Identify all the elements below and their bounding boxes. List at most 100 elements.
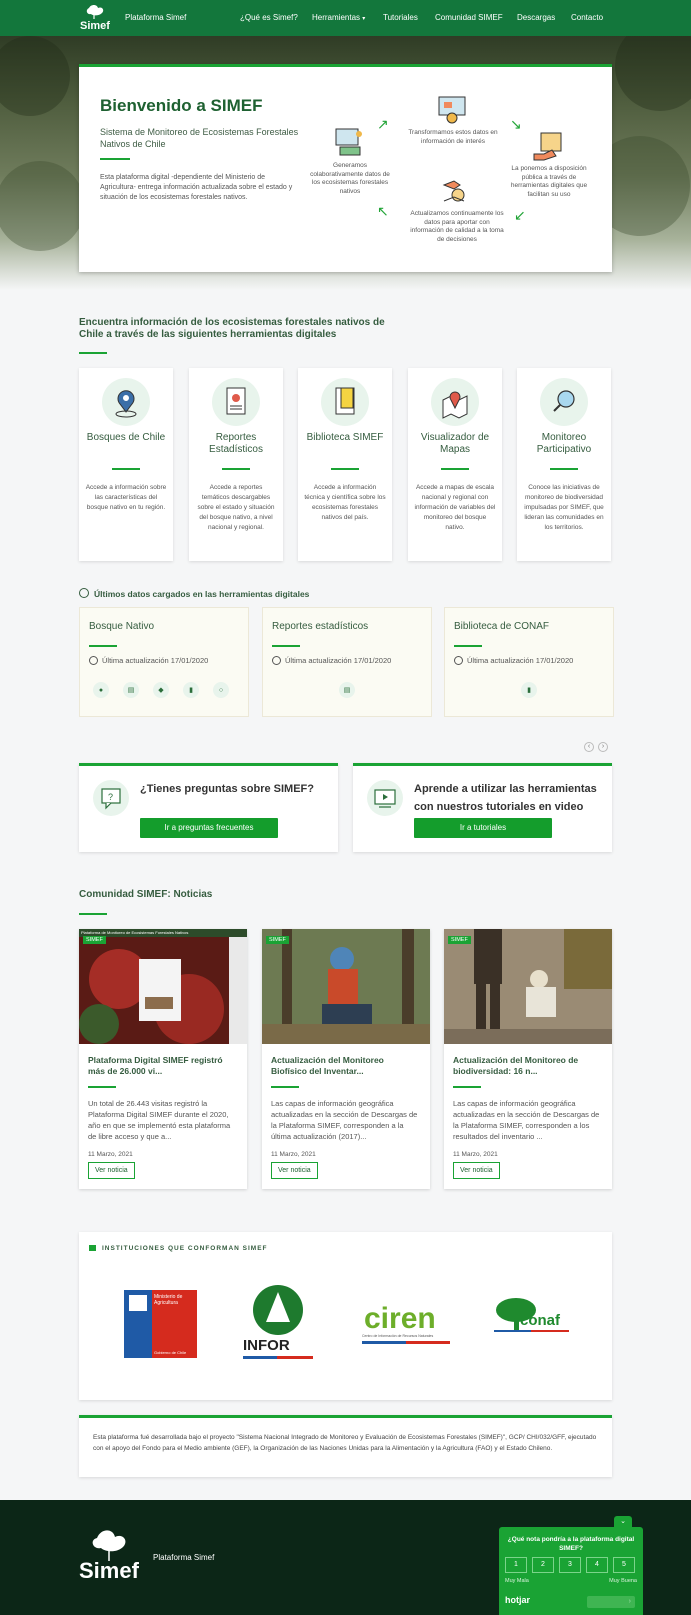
tool-card-visualizador[interactable]: Visualizador de Mapas Accede a mapas de …: [408, 368, 502, 561]
carousel-next-button[interactable]: ›: [598, 742, 608, 752]
clock-icon: [89, 656, 98, 665]
map-pin-info-icon[interactable]: ●: [93, 682, 109, 698]
tool-divider: [441, 468, 469, 470]
data-collection-icon: [333, 126, 365, 158]
clock-icon: [272, 656, 281, 665]
tool-card-monitoreo[interactable]: Monitoreo Participativo Conoce las inici…: [517, 368, 611, 561]
update-card-biblioteca[interactable]: Biblioteca de CONAF Última actualización…: [444, 607, 614, 717]
news-image: Plataforma de Monitoreo de Ecosistemas F…: [79, 929, 247, 1044]
nav-item-comunidad[interactable]: Comunidad SIMEF: [435, 13, 503, 22]
update-date: Última actualización 17/01/2020: [102, 656, 209, 665]
minagri-sub: Gobierno de Chile: [154, 1350, 187, 1355]
news-title-divider: [271, 1086, 299, 1088]
nav-item-descargas[interactable]: Descargas: [517, 13, 555, 22]
news-card[interactable]: SIMEF Actualización del Monitoreo de bio…: [444, 929, 612, 1189]
minagri-logo[interactable]: Ministerio de Agricultura Gobierno de Ch…: [124, 1290, 197, 1358]
rating-1-button[interactable]: 1: [505, 1557, 527, 1573]
book-icon: [321, 378, 369, 426]
simef-logo[interactable]: Simef: [79, 4, 111, 34]
nav-herramientas-label: Herramientas: [312, 13, 361, 22]
footer-brand[interactable]: Plataforma Simef: [153, 1553, 214, 1562]
news-title: Plataforma Digital SIMEF registró más de…: [88, 1055, 223, 1076]
institutions-panel: INSTITUCIONES QUE CONFORMAN SIMEF Minist…: [79, 1232, 612, 1400]
ciren-name: ciren: [364, 1302, 436, 1335]
nav-item-contacto[interactable]: Contacto: [571, 13, 603, 22]
collapse-widget-button[interactable]: ⌄: [614, 1516, 632, 1527]
rating-4-button[interactable]: 4: [586, 1557, 608, 1573]
nav-item-herramientas[interactable]: Herramientas ▾: [312, 13, 365, 22]
rating-high-label: Muy Buena: [609, 1578, 637, 1584]
infor-name: INFOR: [243, 1337, 290, 1354]
tool-description: Accede a información sobre las caracterí…: [85, 484, 167, 511]
feedback-question: ¿Qué nota pondría a la plataforma digita…: [507, 1536, 635, 1552]
news-description: Un total de 26.443 visitas registró la P…: [88, 1099, 231, 1141]
tutorials-promo-card: Aprende a utilizar las herramientas con …: [353, 763, 612, 852]
news-date: 11 Marzo, 2021: [88, 1151, 133, 1158]
nav-item-tutoriales[interactable]: Tutoriales: [383, 13, 418, 22]
video-player-icon: [367, 780, 403, 816]
news-description: Las capas de información geográfica actu…: [271, 1099, 418, 1141]
tool-name: Visualizador de Mapas: [420, 432, 490, 455]
news-section-title: Comunidad SIMEF: Noticias: [79, 889, 213, 900]
hero-title: Bienvenido a SIMEF: [100, 96, 263, 115]
footer-simef-logo[interactable]: Simef: [79, 1528, 139, 1588]
book-icon[interactable]: ▮: [183, 682, 199, 698]
update-card-title: Bosque Nativo: [89, 621, 155, 632]
news-description: Las capas de información geográfica actu…: [453, 1099, 600, 1141]
news-card[interactable]: SIMEF Actualización del Monitoreo Biofís…: [262, 929, 430, 1189]
ciren-flag-stripe: [362, 1341, 450, 1344]
ciren-logo[interactable]: ciren Centro de Información de Recursos …: [362, 1302, 452, 1348]
tool-divider: [112, 468, 140, 470]
tools-section-title: Encuentra información de los ecosistemas…: [79, 317, 385, 340]
update-card-bosque-nativo[interactable]: Bosque Nativo Última actualización 17/01…: [79, 607, 249, 717]
report-chart-icon[interactable]: ▤: [123, 682, 139, 698]
clock-icon: [454, 656, 463, 665]
rating-5-button[interactable]: 5: [613, 1557, 635, 1573]
read-news-button[interactable]: Ver noticia: [88, 1162, 135, 1179]
hero-description: Esta plataforma digital -dependiente del…: [100, 174, 293, 201]
submit-feedback-button[interactable]: ›: [587, 1596, 635, 1608]
nav-brand[interactable]: Plataforma Simef: [125, 13, 186, 22]
news-title-divider: [88, 1086, 116, 1088]
read-news-button[interactable]: Ver noticia: [271, 1162, 318, 1179]
tool-card-bosques[interactable]: Bosques de Chile Accede a información so…: [79, 368, 173, 561]
carousel-prev-button[interactable]: ‹: [584, 742, 594, 752]
tool-name: Reportes Estadísticos: [209, 432, 263, 455]
svg-text:?: ?: [108, 792, 113, 802]
tutorials-button[interactable]: Ir a tutoriales: [414, 818, 552, 838]
read-news-button[interactable]: Ver noticia: [453, 1162, 500, 1179]
report-chart-icon[interactable]: ▤: [339, 682, 355, 698]
conaf-logo[interactable]: conaf: [494, 1294, 569, 1349]
tool-card-biblioteca[interactable]: Biblioteca SIMEF Accede a información té…: [298, 368, 392, 561]
institutions-title: INSTITUCIONES QUE CONFORMAN SIMEF: [102, 1245, 268, 1252]
rating-2-button[interactable]: 2: [532, 1557, 554, 1573]
simef-tag: SIMEF: [83, 936, 106, 944]
simef-tag: SIMEF: [448, 936, 471, 944]
tool-description: Accede a información técnica y científic…: [304, 484, 386, 521]
cycle-step-1: Generamos colaborativamente datos de los…: [310, 162, 390, 195]
book-icon[interactable]: ▮: [521, 682, 537, 698]
news-divider: [79, 913, 107, 915]
flag-icon: [89, 1245, 96, 1251]
faq-promo-title: ¿Tienes preguntas sobre SIMEF?: [140, 783, 314, 795]
news-title-divider: [453, 1086, 481, 1088]
map-marker-icon[interactable]: ◆: [153, 682, 169, 698]
magnifier-icon[interactable]: ○: [213, 682, 229, 698]
tool-card-reportes[interactable]: Reportes Estadísticos Accede a reportes …: [189, 368, 283, 561]
cycle-arrow-icon: ↖: [377, 203, 389, 219]
update-card-title: Reportes estadísticos: [272, 621, 369, 632]
news-card[interactable]: Plataforma de Monitoreo de Ecosistemas F…: [79, 929, 247, 1189]
infor-logo[interactable]: INFOR: [241, 1282, 315, 1362]
update-date-row: Última actualización 17/01/2020: [272, 656, 391, 665]
tool-divider: [222, 468, 250, 470]
rating-3-button[interactable]: 3: [559, 1557, 581, 1573]
update-divider: [454, 645, 482, 647]
tool-name: Biblioteca SIMEF: [306, 432, 384, 443]
update-card-reportes[interactable]: Reportes estadísticos Última actualizaci…: [262, 607, 432, 717]
faq-button[interactable]: Ir a preguntas frecuentes: [140, 818, 278, 838]
news-image: SIMEF: [262, 929, 430, 1044]
tool-description: Accede a reportes temáticos descargables…: [197, 484, 275, 531]
rating-low-label: Muy Mala: [505, 1578, 529, 1584]
nav-item-que-es[interactable]: ¿Qué es Simef?: [240, 13, 298, 22]
tool-name: Monitoreo Participativo: [536, 432, 592, 455]
